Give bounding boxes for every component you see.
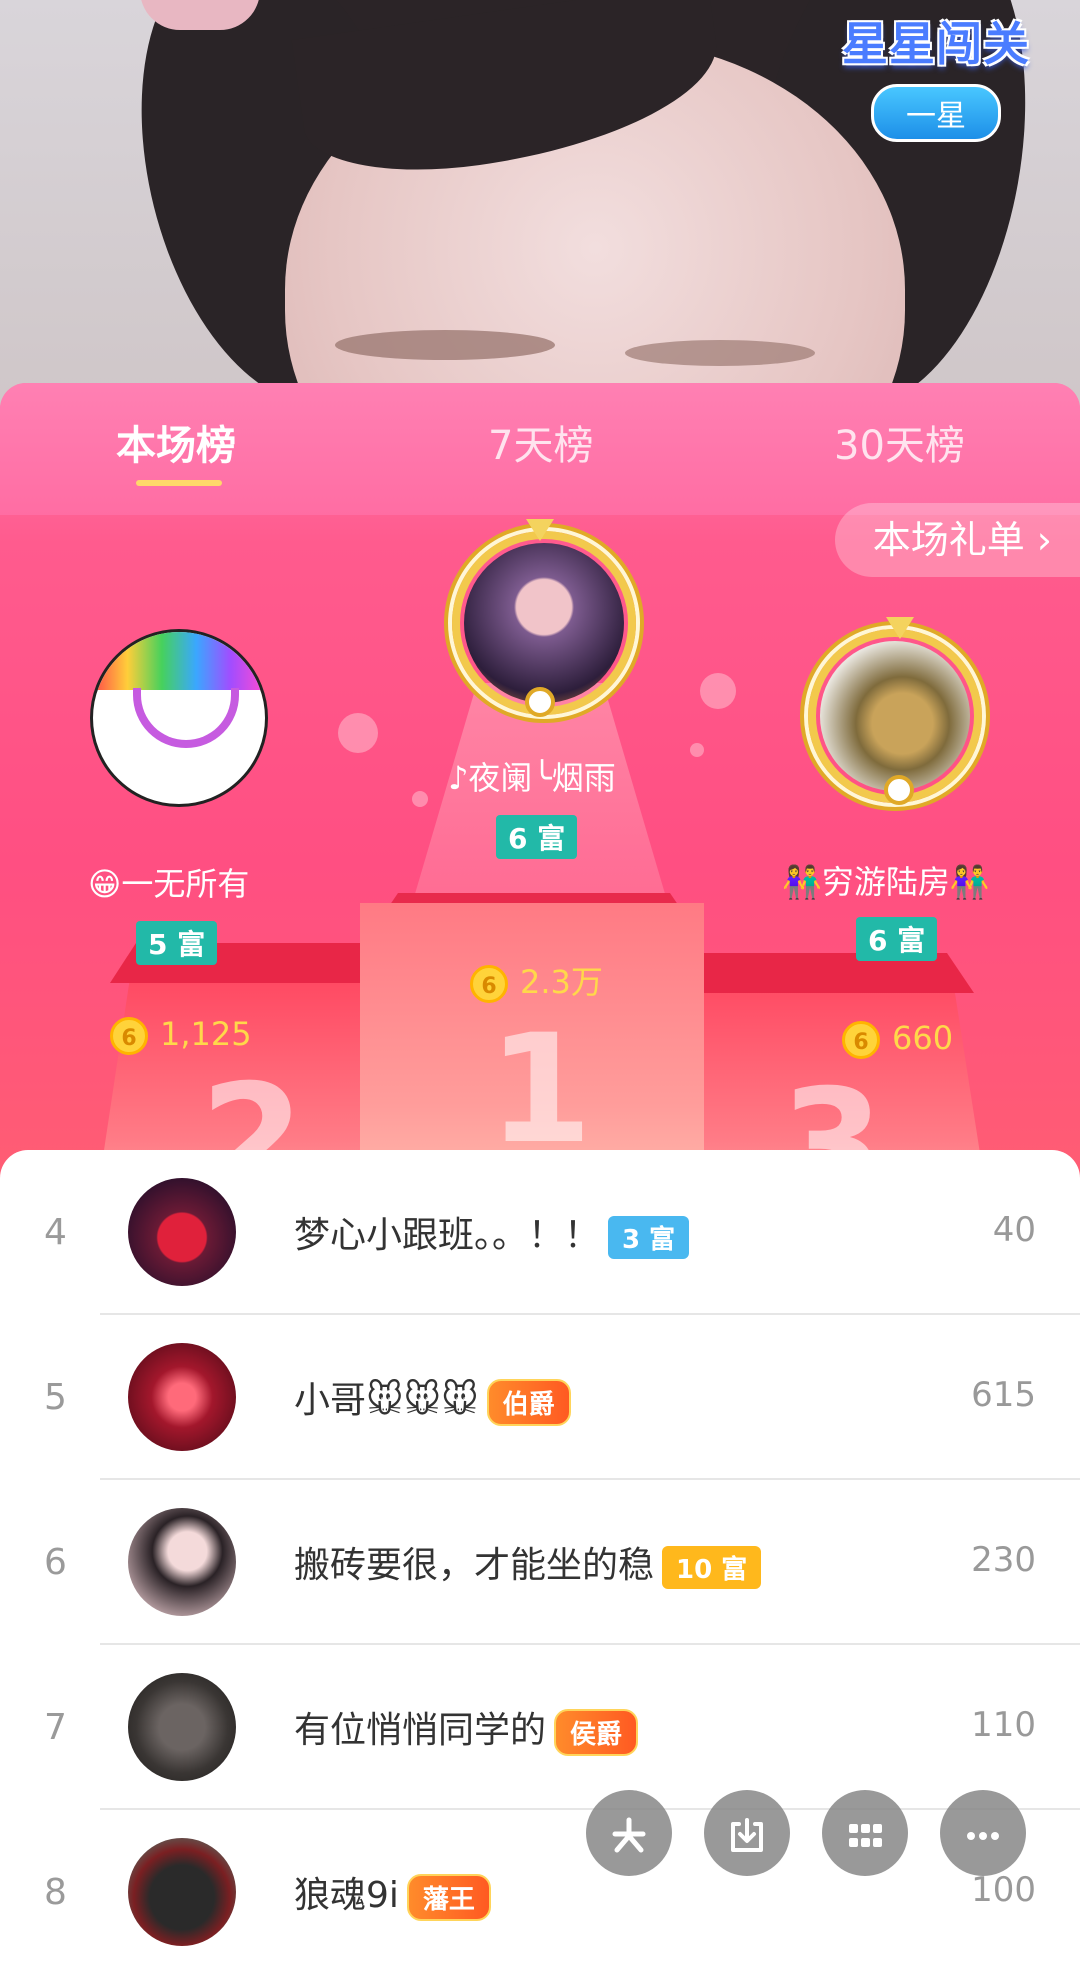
user-name: 搬砖要很，才能坐的稳 <box>294 1545 655 1586</box>
decor-bubble <box>338 713 378 753</box>
list-item[interactable]: 7 有位悄悄同学的 侯爵 110 <box>0 1645 1080 1810</box>
coin-icon: 6 <box>110 1017 148 1055</box>
third-coins: 6 660 <box>842 1019 953 1059</box>
first-name[interactable]: ♪夜阑╰烟雨 <box>448 753 616 799</box>
frame-dot-icon <box>884 775 914 805</box>
tab-30-days[interactable]: 30天榜 <box>834 413 965 471</box>
avatar-third[interactable] <box>820 641 970 791</box>
stream-video: 星星闯关 一星 <box>0 0 1080 420</box>
tab-underline <box>136 480 222 486</box>
list-item[interactable]: 5 小哥🐭🐭🐭 伯爵 615 <box>0 1315 1080 1480</box>
decor-bubble <box>700 673 736 709</box>
second-name[interactable]: 😁一无所有 <box>88 859 249 905</box>
user-name: 有位悄悄同学的 <box>294 1710 547 1751</box>
list-item-name: 狼魂9i 藩王 <box>294 1866 491 1921</box>
grid-icon <box>849 1823 882 1847</box>
list-item[interactable]: 4 梦心小跟班。。！！ 3 富 40 <box>0 1150 1080 1315</box>
second-coins: 6 1,125 <box>110 1015 252 1055</box>
decor-bubble <box>412 791 428 807</box>
list-item-name: 梦心小跟班。。！！ 3 富 <box>294 1206 690 1259</box>
rich-level-badge: 3 富 <box>608 1215 690 1259</box>
rank-number: 7 <box>44 1707 67 1748</box>
second-rich-level: 5 富 <box>136 921 218 965</box>
rank-number: 6 <box>44 1542 67 1583</box>
first-coins-value: 2.3万 <box>520 963 603 1001</box>
avatar[interactable] <box>128 1178 236 1286</box>
gift-list-button[interactable]: 本场礼单 › <box>834 503 1080 577</box>
game-title: 星星闯关 <box>842 17 1030 71</box>
contribution-value: 230 <box>971 1540 1036 1580</box>
tab-7-days[interactable]: 7天榜 <box>488 413 593 471</box>
third-name[interactable]: 👫穷游陆房👫 <box>782 857 990 903</box>
contribution-value: 110 <box>971 1705 1036 1745</box>
avatar[interactable] <box>128 1508 236 1616</box>
avatar[interactable] <box>128 1343 236 1451</box>
share-button[interactable] <box>586 1790 672 1876</box>
noble-badge: 侯爵 <box>554 1708 639 1756</box>
decor-bubble <box>690 743 704 757</box>
contribution-value: 40 <box>992 1210 1036 1250</box>
more-icon <box>967 1831 999 1840</box>
noble-badge: 藩王 <box>406 1873 491 1921</box>
contribution-value: 615 <box>971 1375 1036 1415</box>
third-coins-value: 660 <box>892 1019 954 1057</box>
coin-icon: 6 <box>842 1021 880 1059</box>
rank-number: 4 <box>44 1212 67 1253</box>
list-item-name: 小哥🐭🐭🐭 伯爵 <box>294 1371 571 1426</box>
download-icon <box>731 1817 763 1852</box>
avatar-first[interactable] <box>464 543 624 703</box>
ranking-list: 4 梦心小跟班。。！！ 3 富 40 5 小哥🐭🐭🐭 伯爵 615 6 搬砖要很，才… <box>0 1150 1080 1946</box>
frame-dot-icon <box>525 687 555 717</box>
ranking-tabs: 本场榜 7天榜 30天榜 <box>0 383 1080 515</box>
eyebrow-shape <box>335 330 555 360</box>
second-coins-value: 1,125 <box>160 1015 252 1053</box>
rank-number: 8 <box>44 1872 67 1913</box>
tab-session[interactable]: 本场榜 <box>116 413 236 471</box>
eyebrow-shape <box>625 340 815 366</box>
user-name: 小哥🐭🐭🐭 <box>294 1380 479 1421</box>
list-item[interactable]: 8 狼魂9i 藩王 100 <box>0 1810 1080 1975</box>
download-button[interactable] <box>704 1790 790 1876</box>
game-badge[interactable]: 星星闯关 一星 <box>842 8 1030 142</box>
game-level: 一星 <box>871 84 1001 142</box>
share-icon <box>612 1817 646 1852</box>
user-name: 狼魂9i <box>294 1875 399 1916</box>
user-name: 梦心小跟班。。！！ <box>294 1215 601 1256</box>
contribution-value: 100 <box>971 1870 1036 1910</box>
list-item[interactable]: 6 搬砖要很，才能坐的稳 10 富 230 <box>0 1480 1080 1645</box>
third-rich-level: 6 富 <box>856 917 938 961</box>
grid-button[interactable] <box>822 1790 908 1876</box>
ranking-panel: 本场榜 7天榜 30天榜 本场礼单 › 2 1 3 ♪夜阑╰烟雨 6 富 6 2.… <box>0 383 1080 1183</box>
list-item-name: 搬砖要很，才能坐的稳 10 富 <box>294 1536 762 1589</box>
first-coins: 6 2.3万 <box>470 957 603 1003</box>
rank-number: 5 <box>44 1377 67 1418</box>
avatar[interactable] <box>128 1673 236 1781</box>
list-item-name: 有位悄悄同学的 侯爵 <box>294 1701 639 1756</box>
avatar-second[interactable] <box>90 629 268 807</box>
first-rich-level: 6 富 <box>496 815 578 859</box>
avatar[interactable] <box>128 1838 236 1946</box>
more-button[interactable] <box>940 1790 1026 1876</box>
rich-level-badge: 10 富 <box>662 1545 762 1589</box>
smile-icon <box>133 688 239 748</box>
coin-icon: 6 <box>470 965 508 1003</box>
noble-badge: 伯爵 <box>486 1378 571 1426</box>
rainbow-stripe <box>93 632 265 690</box>
